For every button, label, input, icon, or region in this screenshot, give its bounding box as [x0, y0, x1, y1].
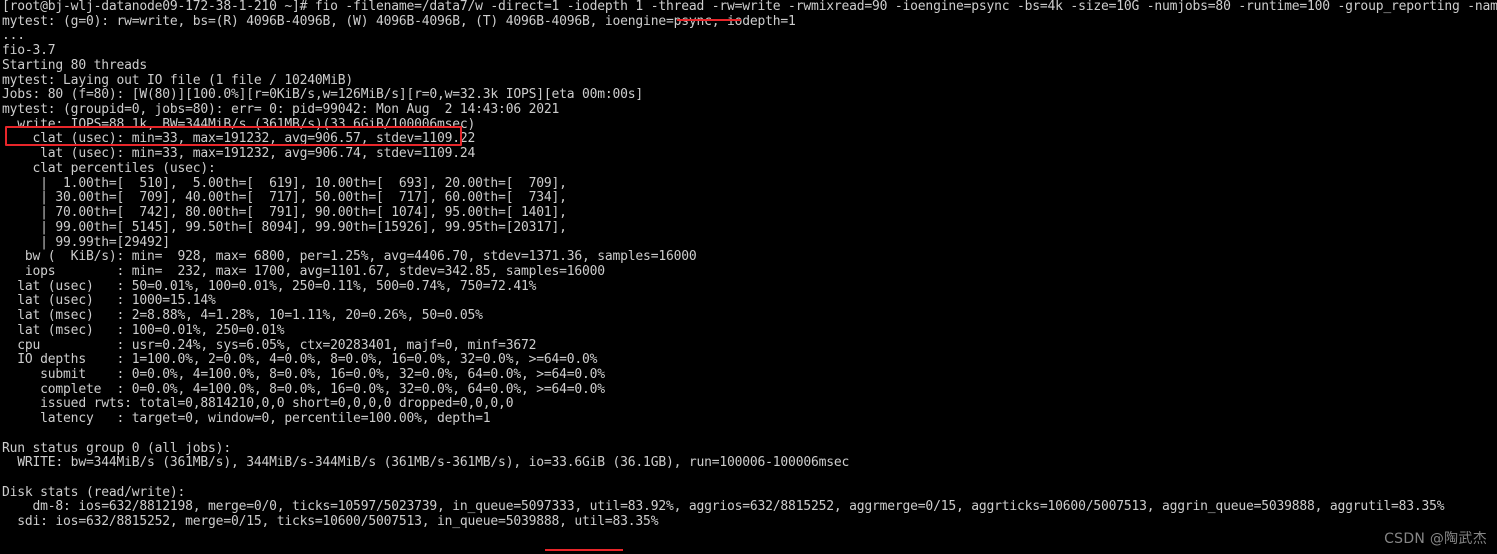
console-line: cpu : usr=0.24%, sys=6.05%, ctx=20283401…: [2, 337, 537, 353]
console-line: mytest: Laying out IO file (1 file / 102…: [2, 72, 354, 88]
terminal-window[interactable]: fio-3.7 mytest: (g=0): rw=write, bs=(R) …: [0, 0, 1497, 554]
console-line: clat (usec): min=33, max=191232, avg=906…: [2, 131, 476, 147]
console-line: issued rwts: total=0,8814210,0,0 short=0…: [2, 396, 514, 412]
console-line: write: IOPS=88.1k, BW=344MiB/s (361MB/s)…: [2, 116, 476, 132]
console-line: Disk stats (read/write):: [2, 484, 186, 500]
csdn-watermark: CSDN @陶武杰: [1384, 531, 1487, 547]
console-line: lat (usec): min=33, max=191232, avg=906.…: [2, 146, 476, 162]
console-line: iops : min= 232, max= 1700, avg=1101.67,…: [2, 263, 605, 279]
console-line: Jobs: 80 (f=80): [W(80)][100.0%][r=0KiB/…: [2, 87, 644, 103]
console-line: WRITE: bw=344MiB/s (361MB/s), 344MiB/s-3…: [2, 455, 850, 471]
annotation-underline-util: [545, 549, 623, 551]
console-line: mytest: (groupid=0, jobs=80): err= 0: pi…: [2, 102, 560, 118]
console-line: fio-3.7: [2, 43, 56, 59]
console-line: Run status group 0 (all jobs):: [2, 440, 231, 456]
console-line: | 99.99th=[29492]: [2, 234, 170, 250]
console-output: fio-3.7 mytest: (g=0): rw=write, bs=(R) …: [2, 0, 1497, 530]
console-line: latency : target=0, window=0, percentile…: [2, 411, 491, 427]
console-line: | 70.00th=[ 742], 80.00th=[ 791], 90.00t…: [2, 205, 567, 221]
console-line: lat (msec) : 100=0.01%, 250=0.01%: [2, 322, 285, 338]
console-line: sdi: ios=632/8815252, merge=0/15, ticks=…: [2, 514, 659, 530]
console-line: | 1.00th=[ 510], 5.00th=[ 619], 10.00th=…: [2, 175, 567, 191]
console-line: clat percentiles (usec):: [2, 160, 216, 176]
console-line: ...: [2, 28, 25, 44]
console-line: | 99.00th=[ 5145], 99.50th=[ 8094], 99.9…: [2, 219, 567, 235]
console-line: lat (msec) : 2=8.88%, 4=1.28%, 10=1.11%,…: [2, 308, 483, 324]
console-line: complete : 0=0.0%, 4=100.0%, 8=0.0%, 16=…: [2, 381, 605, 397]
console-line: lat (usec) : 50=0.01%, 100=0.01%, 250=0.…: [2, 278, 537, 294]
console-line: lat (usec) : 1000=15.14%: [2, 293, 216, 309]
console-line: submit : 0=0.0%, 4=100.0%, 8=0.0%, 16=0.…: [2, 366, 605, 382]
console-line: Starting 80 threads: [2, 57, 148, 73]
console-line: mytest: (g=0): rw=write, bs=(R) 4096B-40…: [2, 13, 796, 29]
console-line: [root@bj-wlj-datanode09-172-38-1-210 ~]#…: [2, 0, 1497, 14]
console-line: dm-8: ios=632/8812198, merge=0/0, ticks=…: [2, 499, 1445, 515]
console-line: | 30.00th=[ 709], 40.00th=[ 717], 50.00t…: [2, 190, 567, 206]
console-line: IO depths : 1=100.0%, 2=0.0%, 4=0.0%, 8=…: [2, 352, 598, 368]
console-line: bw ( KiB/s): min= 928, max= 6800, per=1.…: [2, 249, 697, 265]
